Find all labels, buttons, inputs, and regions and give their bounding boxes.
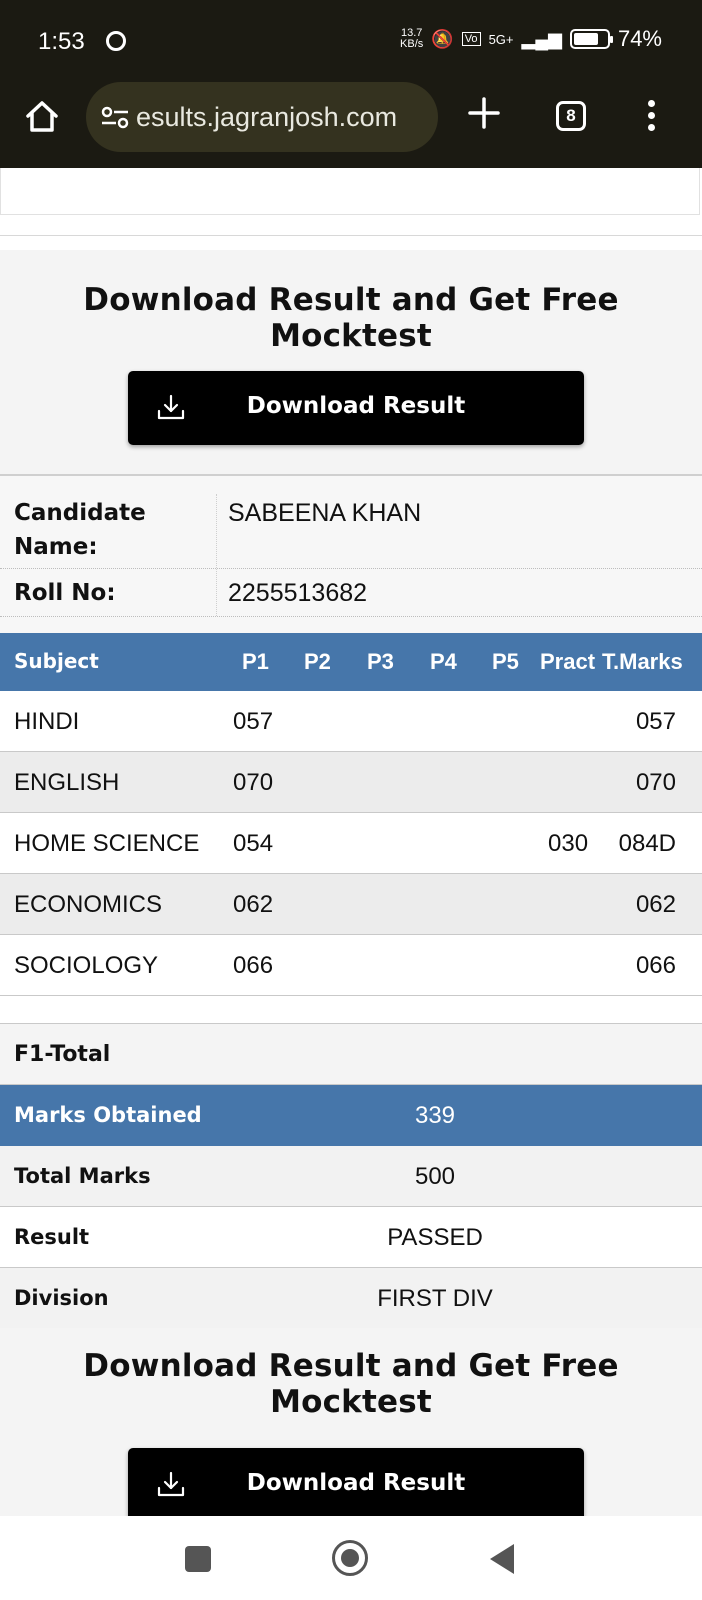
marks-obtained-value: 339: [414, 1102, 456, 1129]
browser-chrome: 1:53 13.7 KB/s 🔕 Vo 5G+ ▂▄▆ 74% esults.j…: [0, 0, 702, 168]
download-result-label: Download Result: [246, 1470, 466, 1496]
table-row: SOCIOLOGY 066 066: [0, 935, 702, 996]
p1-cell: 057: [233, 708, 274, 735]
total-marks-row: Total Marks 500: [0, 1146, 702, 1207]
marks-obtained-label: Marks Obtained: [14, 1103, 202, 1127]
signal-icon: 5G+: [488, 31, 514, 47]
table-row: HINDI 057 057: [0, 691, 702, 752]
system-nav-bar: [0, 1516, 702, 1600]
table-row: ENGLISH 070 070: [0, 752, 702, 813]
total-marks-value: 500: [414, 1163, 456, 1190]
division-row: Division FIRST DIV: [0, 1268, 702, 1329]
status-icons: 13.7 KB/s 🔕 Vo 5G+ ▂▄▆ 74%: [400, 26, 662, 52]
tune-icon[interactable]: [100, 105, 130, 129]
plus-icon[interactable]: [466, 95, 502, 131]
header-p3: P3: [367, 649, 394, 674]
battery-level: [573, 33, 598, 45]
header-total-marks: T.Marks: [602, 649, 683, 674]
result-row: Result PASSED: [0, 1207, 702, 1268]
total-cell: 057: [635, 708, 676, 735]
page-content: Download Result and Get Free Mocktest Do…: [0, 168, 702, 1516]
download-result-label: Download Result: [246, 393, 466, 419]
total-cell: 062: [635, 891, 676, 918]
total-cell: 066: [635, 952, 676, 979]
result-value: PASSED: [387, 1224, 483, 1251]
header-subject: Subject: [14, 649, 99, 673]
address-bar[interactable]: esults.jagranjosh.com: [86, 82, 438, 152]
p1-cell: 070: [233, 769, 274, 796]
pract-cell: 030: [548, 830, 589, 857]
roll-no-label: Roll No:: [14, 580, 116, 606]
subject-cell: HOME SCIENCE: [14, 830, 200, 857]
download-result-button-bottom[interactable]: Download Result: [128, 1448, 584, 1516]
p1-cell: 054: [233, 830, 274, 857]
total-marks-label: Total Marks: [14, 1164, 151, 1188]
header-p5: P5: [492, 649, 519, 674]
subject-cell: HINDI: [14, 708, 80, 735]
signal-bars-icon: ▂▄▆: [521, 28, 562, 49]
subject-cell: ENGLISH: [14, 769, 120, 796]
battery-percent: 74%: [617, 26, 662, 51]
marks-table-header: Subject P1 P2 P3 P4 P5 Pract T.Marks: [0, 633, 702, 691]
candidate-name-value: SABEENA KHAN: [228, 499, 422, 527]
table-row: HOME SCIENCE 054 030 084D: [0, 813, 702, 874]
table-row: ECONOMICS 062 062: [0, 874, 702, 935]
battery-icon: [569, 29, 613, 49]
info-column-divider: [216, 494, 217, 616]
total-cell: 070: [635, 769, 676, 796]
promo-title: Download Result and Get Free Mocktest: [83, 282, 619, 354]
p1-cell: 066: [233, 952, 274, 979]
total-cell: 084D: [618, 830, 676, 857]
candidate-name-label: Candidate Name:: [14, 500, 146, 560]
info-divider: [0, 568, 702, 569]
tab-switcher-button[interactable]: 8: [556, 101, 586, 131]
volte-icon: Vo: [461, 32, 481, 46]
home-circle-icon[interactable]: [332, 1540, 368, 1576]
f1-total-label: F1-Total: [14, 1042, 111, 1067]
back-icon[interactable]: [490, 1544, 514, 1574]
status-time: 1:53: [38, 28, 85, 55]
subject-cell: ECONOMICS: [14, 891, 163, 918]
mute-icon: 🔕: [431, 28, 454, 49]
network-speed: 13.7 KB/s: [400, 27, 424, 50]
header-p1: P1: [242, 649, 269, 674]
header-pract: Pract: [540, 649, 596, 674]
division-value: FIRST DIV: [377, 1285, 493, 1312]
promo-title-bottom: Download Result and Get Free Mocktest: [83, 1348, 619, 1420]
header-p4: P4: [430, 649, 457, 674]
result-label: Result: [14, 1225, 90, 1249]
divider: [0, 235, 702, 236]
header-p2: P2: [304, 649, 331, 674]
f1-total-row: F1-Total: [0, 1023, 702, 1085]
info-divider: [0, 616, 702, 617]
roll-no-value: 2255513682: [228, 579, 368, 607]
p1-cell: 062: [233, 891, 274, 918]
division-label: Division: [14, 1286, 109, 1310]
search-box[interactable]: [0, 168, 700, 215]
subject-cell: SOCIOLOGY: [14, 952, 159, 979]
home-icon[interactable]: [22, 96, 62, 136]
recents-icon[interactable]: [185, 1546, 211, 1572]
promo-section-bottom: Download Result and Get Free Mocktest Do…: [0, 1328, 702, 1516]
url-text[interactable]: esults.jagranjosh.com: [136, 102, 397, 133]
download-result-button[interactable]: Download Result: [128, 371, 584, 445]
kebab-menu-icon[interactable]: [646, 100, 656, 134]
whatsapp-notification-icon: [106, 31, 126, 51]
marks-obtained-row: Marks Obtained 339: [0, 1085, 702, 1146]
